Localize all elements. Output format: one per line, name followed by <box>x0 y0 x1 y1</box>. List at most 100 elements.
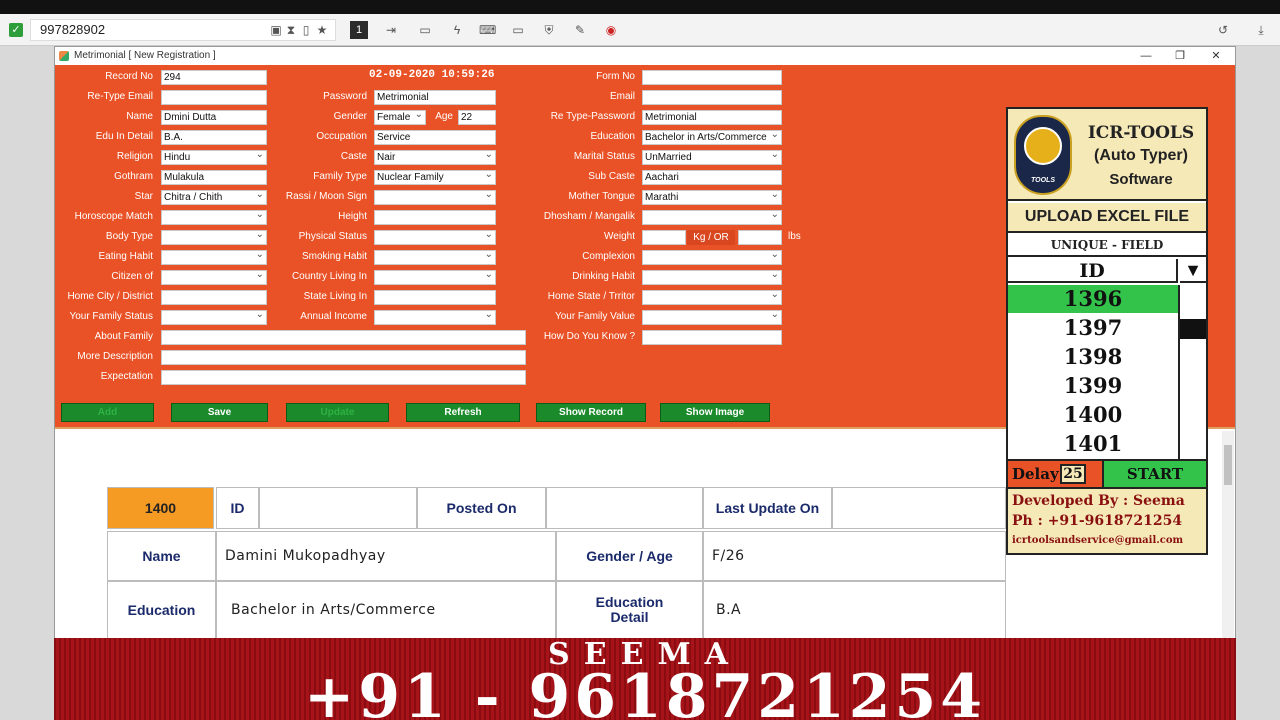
lightning-icon[interactable]: ϟ <box>449 22 465 38</box>
expectation-field[interactable] <box>161 370 526 385</box>
gender-age-value-cell: F/26 <box>703 531 1006 581</box>
phone-line: Ph : +91-9618721254 <box>1012 513 1183 529</box>
shield-icon[interactable]: ⛨ <box>541 22 557 38</box>
trash-icon[interactable]: ▯ <box>298 22 314 38</box>
family-value-select[interactable] <box>642 310 782 325</box>
annual-income-select[interactable] <box>374 310 496 325</box>
report-scrollbar[interactable] <box>1222 431 1234 639</box>
name-label-cell: Name <box>107 531 216 581</box>
scrollbar-thumb[interactable] <box>1224 445 1232 485</box>
delay-label: Delay <box>1008 461 1102 487</box>
last-update-label-cell: Last Update On <box>703 487 832 529</box>
complexion-select[interactable] <box>642 250 782 265</box>
brand-header: TOOLS ICR-TOOLS (Auto Typer) Software <box>1008 109 1206 201</box>
display-icon[interactable]: ▭ <box>510 22 526 38</box>
desktop-left <box>0 46 54 720</box>
delay-input[interactable]: 25 <box>1060 464 1086 484</box>
name-value-cell: Damini Mukopadhyay <box>216 531 556 581</box>
list-scroll-thumb[interactable] <box>1180 319 1206 339</box>
id-list-item[interactable]: 1396 <box>1008 285 1178 313</box>
monitor-number[interactable]: 1 <box>350 21 368 39</box>
restore-icon[interactable]: ❐ <box>1165 47 1195 65</box>
photo-icon[interactable]: ▣ <box>268 22 284 38</box>
field-label: Star <box>134 191 153 202</box>
start-button[interactable]: START <box>1102 461 1206 487</box>
field-label: Eating Habit <box>98 251 153 262</box>
country-select[interactable] <box>374 270 496 285</box>
id-list-item[interactable]: 1400 <box>1008 401 1178 429</box>
education-select[interactable]: Bachelor in Arts/Commerce <box>642 130 782 145</box>
show-record-button[interactable]: Show Record <box>536 403 646 422</box>
weight-lbs-field[interactable] <box>738 230 782 245</box>
close-icon[interactable]: ✕ <box>1201 47 1231 65</box>
record-icon[interactable]: ◉ <box>603 22 619 38</box>
marital-status-select[interactable]: UnMarried <box>642 150 782 165</box>
connection-check-icon[interactable]: ✓ <box>9 23 23 37</box>
field-label: Complexion <box>582 251 635 262</box>
email-field[interactable] <box>642 90 782 105</box>
pen-icon[interactable]: ✎ <box>572 22 588 38</box>
field-label: Family Type <box>313 171 367 182</box>
weight-kg-field[interactable] <box>642 230 686 245</box>
form-no-field[interactable] <box>642 70 782 85</box>
hourglass-icon[interactable]: ⧗ <box>283 22 299 38</box>
family-type-select[interactable]: Nuclear Family <box>374 170 496 185</box>
developer-info: Developed By : Seema Ph : +91-9618721254… <box>1008 487 1206 553</box>
field-label: Form No <box>596 71 635 82</box>
moon-sign-select[interactable] <box>374 190 496 205</box>
home-state-select[interactable] <box>642 290 782 305</box>
keyboard-icon[interactable]: ⌨ <box>479 22 496 38</box>
add-button[interactable]: Add <box>61 403 154 422</box>
smoking-habit-select[interactable] <box>374 250 496 265</box>
state-field[interactable] <box>374 290 496 305</box>
field-label: State Living In <box>303 291 367 302</box>
age-field[interactable]: 22 <box>458 110 496 125</box>
brand-line3: Software <box>1109 171 1173 188</box>
password-field[interactable]: Metrimonial <box>374 90 496 105</box>
id-list-item[interactable]: 1398 <box>1008 343 1178 371</box>
occupation-field[interactable]: Service <box>374 130 496 145</box>
icr-logo-icon: TOOLS <box>1014 115 1072 195</box>
id-list-item[interactable]: 1399 <box>1008 372 1178 400</box>
field-label: Gender <box>333 111 367 122</box>
record-id-cell: 1400 <box>107 487 214 529</box>
update-button[interactable]: Update <box>286 403 389 422</box>
minimize-icon[interactable]: — <box>1131 47 1161 65</box>
how-know-field[interactable] <box>642 330 782 345</box>
download-icon[interactable]: ⤓ <box>1253 22 1269 38</box>
physical-status-select[interactable] <box>374 230 496 245</box>
star-icon[interactable]: ★ <box>314 22 330 38</box>
dropdown-triangle-icon[interactable]: ▼ <box>1180 259 1206 283</box>
show-image-button[interactable]: Show Image <box>660 403 770 422</box>
record-no-field[interactable]: 294 <box>161 70 267 85</box>
file-transfer-icon[interactable]: ⇥ <box>383 22 399 38</box>
sub-caste-field[interactable]: Aachari <box>642 170 782 185</box>
id-list-item[interactable]: 1401 <box>1008 430 1178 458</box>
save-button[interactable]: Save <box>171 403 268 422</box>
id-list-item[interactable]: 1397 <box>1008 314 1178 342</box>
refresh-button[interactable]: Refresh <box>406 403 520 422</box>
field-label: Religion <box>116 151 153 162</box>
field-label: About Family <box>94 331 153 342</box>
id-value-cell <box>259 487 417 529</box>
education-label-cell: Education <box>107 581 216 639</box>
retype-password-field[interactable]: Metrimonial <box>642 110 782 125</box>
chat-icon[interactable]: ▭ <box>417 22 433 38</box>
field-label: Gothram <box>114 171 153 182</box>
field-label: Caste <box>340 151 367 162</box>
list-divider <box>1178 285 1180 459</box>
field-label: Weight <box>604 231 635 242</box>
age-label: Age <box>435 111 453 122</box>
gender-select[interactable]: Female <box>374 110 426 125</box>
drinking-habit-select[interactable] <box>642 270 782 285</box>
mother-tongue-select[interactable]: Marathi <box>642 190 782 205</box>
history-icon[interactable]: ↺ <box>1215 22 1231 38</box>
about-family-field[interactable] <box>161 330 526 345</box>
field-label: Occupation <box>316 131 367 142</box>
star-badge-icon <box>1024 127 1062 165</box>
upload-excel-button[interactable]: UPLOAD EXCEL FILE <box>1008 203 1206 233</box>
more-description-field[interactable] <box>161 350 526 365</box>
dhosham-select[interactable] <box>642 210 782 225</box>
height-field[interactable] <box>374 210 496 225</box>
caste-select[interactable]: Nair <box>374 150 496 165</box>
